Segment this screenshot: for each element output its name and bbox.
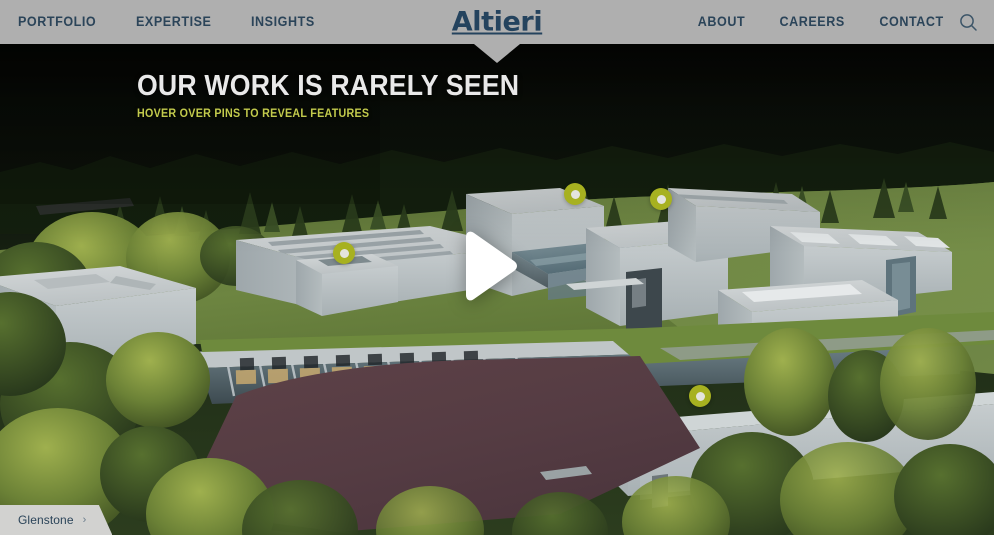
nav-link-expertise[interactable]: EXPERTISE — [136, 15, 212, 29]
primary-nav-right: ABOUT CAREERS CONTACT — [696, 0, 946, 44]
nav-link-insights[interactable]: INSIGHTS — [251, 15, 315, 29]
hero-pin-2[interactable] — [564, 183, 586, 205]
play-triangle-icon — [444, 227, 522, 305]
hero-pin-1[interactable] — [333, 242, 355, 264]
primary-nav-left: PORTFOLIO EXPERTISE INSIGHTS — [18, 0, 320, 44]
hero-section: OUR WORK IS RARELY SEEN HOVER OVER PINS … — [0, 44, 994, 535]
search-icon — [959, 13, 978, 32]
hero-subtitle: HOVER OVER PINS TO REVEAL FEATURES — [137, 108, 370, 121]
hero-pin-4[interactable] — [689, 385, 711, 407]
video-play-button[interactable] — [444, 227, 522, 305]
project-tab-label: Glenstone — [18, 513, 74, 527]
hero-pin-3[interactable] — [650, 188, 672, 210]
search-button[interactable] — [954, 8, 982, 36]
nav-link-portfolio[interactable]: PORTFOLIO — [18, 15, 96, 29]
nav-link-contact[interactable]: CONTACT — [879, 15, 943, 29]
site-header: PORTFOLIO EXPERTISE INSIGHTS Altieri ABO… — [0, 0, 994, 44]
header-inner: PORTFOLIO EXPERTISE INSIGHTS Altieri ABO… — [0, 0, 994, 44]
nav-link-careers[interactable]: CAREERS — [779, 15, 844, 29]
nav-link-about[interactable]: ABOUT — [697, 15, 744, 29]
page-root: PORTFOLIO EXPERTISE INSIGHTS Altieri ABO… — [0, 0, 994, 535]
site-logo[interactable]: Altieri — [452, 9, 543, 36]
hero-caption: OUR WORK IS RARELY SEEN HOVER OVER PINS … — [137, 71, 553, 121]
project-tab-glenstone[interactable]: Glenstone › — [0, 505, 113, 535]
chevron-right-icon: › — [82, 513, 87, 526]
hero-title: OUR WORK IS RARELY SEEN — [137, 70, 520, 102]
